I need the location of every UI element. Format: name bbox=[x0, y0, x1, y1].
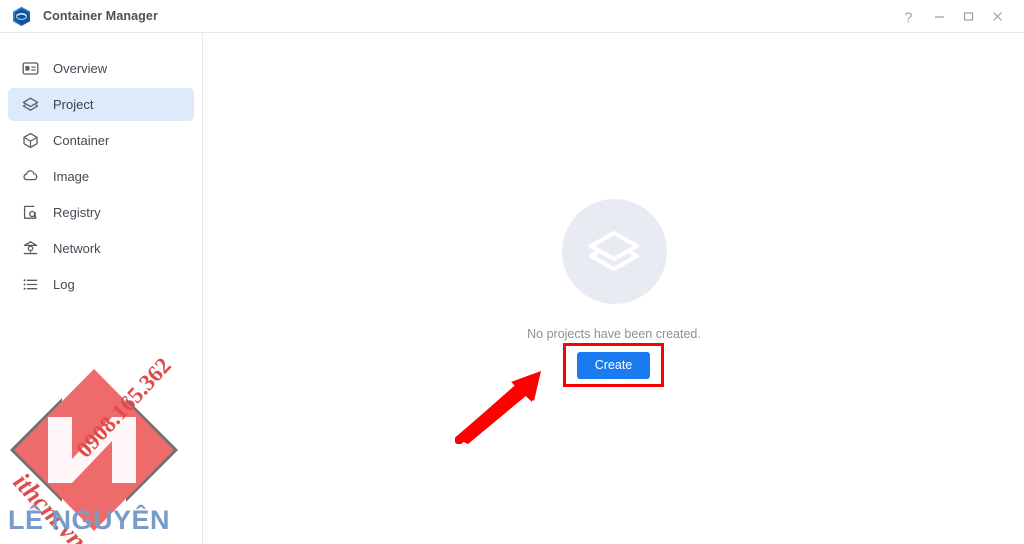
network-icon bbox=[21, 239, 40, 258]
sidebar-item-label: Overview bbox=[53, 61, 108, 76]
empty-state-layers-icon bbox=[561, 199, 667, 304]
empty-state-message: No projects have been created. bbox=[527, 327, 701, 341]
sidebar-item-label: Registry bbox=[53, 205, 101, 220]
list-icon bbox=[21, 275, 40, 294]
minimize-icon[interactable] bbox=[925, 0, 954, 33]
empty-state: No projects have been created. bbox=[204, 33, 1024, 341]
help-icon[interactable]: ? bbox=[894, 0, 923, 33]
sidebar-item-label: Network bbox=[53, 241, 101, 256]
create-button-highlight-box: Create bbox=[563, 343, 664, 387]
sidebar: Overview Project Container Image Registr… bbox=[0, 33, 203, 544]
sidebar-item-network[interactable]: Network bbox=[8, 232, 194, 265]
app-logo-icon bbox=[11, 6, 32, 27]
sidebar-item-container[interactable]: Container bbox=[8, 124, 194, 157]
cube-icon bbox=[21, 131, 40, 150]
window-title: Container Manager bbox=[43, 9, 158, 23]
sidebar-item-registry[interactable]: Registry bbox=[8, 196, 194, 229]
title-bar: Container Manager ? bbox=[0, 0, 1024, 33]
sidebar-item-label: Project bbox=[53, 97, 94, 112]
sidebar-item-image[interactable]: Image bbox=[8, 160, 194, 193]
sidebar-item-label: Container bbox=[53, 133, 110, 148]
container-manager-window: Container Manager ? Overview Project Con… bbox=[0, 0, 1024, 544]
window-controls: ? bbox=[894, 0, 1024, 33]
search-box-icon bbox=[21, 203, 40, 222]
create-button[interactable]: Create bbox=[577, 351, 650, 379]
sidebar-item-label: Image bbox=[53, 169, 90, 184]
dashboard-icon bbox=[21, 59, 40, 78]
sidebar-item-overview[interactable]: Overview bbox=[8, 52, 194, 85]
sidebar-item-log[interactable]: Log bbox=[8, 268, 194, 301]
layers-icon bbox=[21, 95, 40, 114]
main-content: No projects have been created. bbox=[204, 33, 1024, 544]
sidebar-item-label: Log bbox=[53, 277, 75, 292]
maximize-icon[interactable] bbox=[954, 0, 983, 33]
help-glyph: ? bbox=[904, 8, 913, 25]
close-icon[interactable] bbox=[983, 0, 1012, 33]
cloud-icon bbox=[21, 167, 40, 186]
sidebar-item-project[interactable]: Project bbox=[8, 88, 194, 121]
